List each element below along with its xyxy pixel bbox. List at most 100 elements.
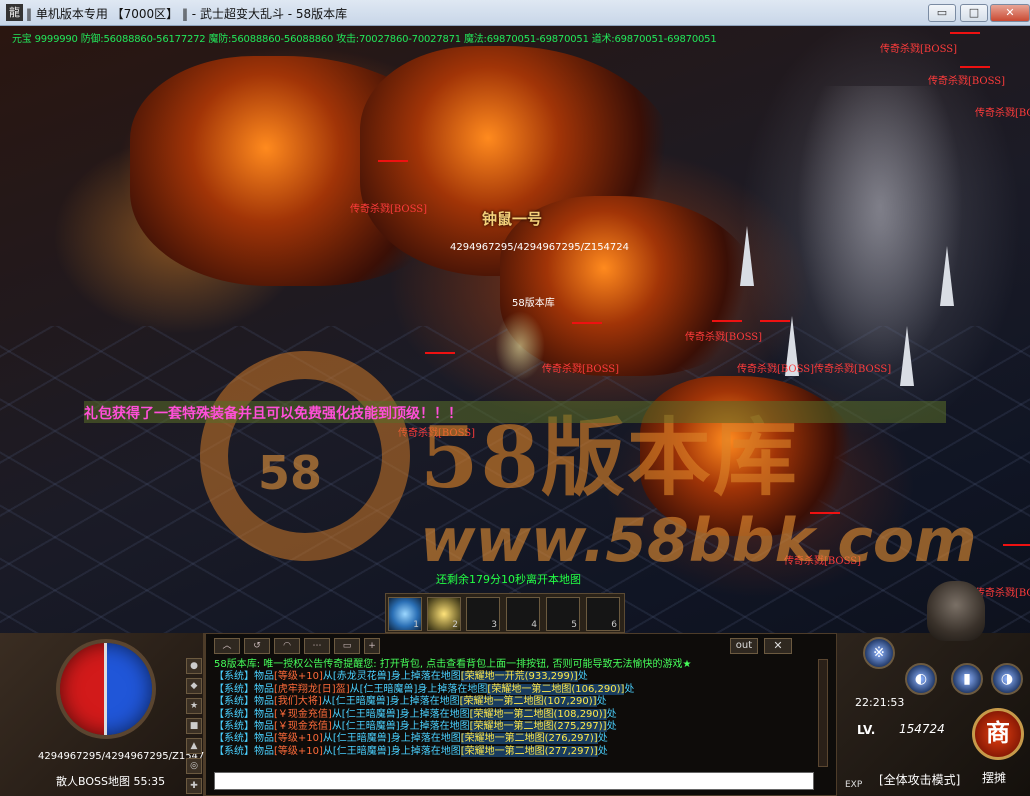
player-character[interactable] bbox=[495, 311, 545, 381]
chat-map-link[interactable]: [荣耀地一开荒(933,299)] bbox=[460, 671, 578, 683]
skill-slot-number: 3 bbox=[491, 620, 497, 630]
group-icon[interactable]: ※ bbox=[863, 637, 895, 669]
chat-text: 从[赤龙灵花兽]身上掉落在地图 bbox=[322, 671, 461, 683]
chat-line: 【系统】物品[￥现金充值]从[仁王暗魔兽]身上掉落在地图[荣耀地一第二地图(27… bbox=[214, 721, 814, 733]
chat-channel-button[interactable]: ◆ bbox=[186, 678, 202, 694]
skill-slot[interactable]: 2 bbox=[427, 597, 461, 631]
chat-add-button[interactable]: + bbox=[364, 638, 380, 654]
exp-label: EXP bbox=[845, 780, 863, 790]
banner-text: 礼包获得了一套特殊装备并且可以免费强化技能到顶级！！！ bbox=[84, 406, 462, 422]
boss-label[interactable]: 传奇杀戮[BOSS] bbox=[542, 360, 619, 375]
chat-toolbar-button[interactable]: ⋯ bbox=[304, 638, 330, 654]
chat-map-link[interactable]: [荣耀地一第二地图(277,297)] bbox=[460, 745, 598, 757]
chat-item[interactable]: [虎牢翔龙[日]盔] bbox=[274, 684, 350, 695]
boss-hp-bar bbox=[712, 320, 742, 322]
window-titlebar: 龍 ‖ 单机版本专用 【7000区】 ‖ - 武士超变大乱斗 - 58版本库 ▭… bbox=[0, 0, 1030, 26]
skill-slot[interactable]: 4 bbox=[506, 597, 540, 631]
chained-beast[interactable] bbox=[790, 86, 970, 386]
boss-label[interactable]: 传奇杀戮[BOSS]传奇杀戮[BOSS] bbox=[737, 360, 891, 375]
shop-button[interactable]: 商 bbox=[972, 708, 1024, 760]
skill-bar: 1 2 3 4 5 6 bbox=[385, 593, 625, 633]
chat-toolbar-button[interactable]: ︿ bbox=[214, 638, 240, 654]
boss-hp-bar bbox=[760, 320, 790, 322]
chat-channel-button[interactable]: ▲ bbox=[186, 738, 202, 754]
chat-text: 从[仁王暗魔兽]身上掉落在地图 bbox=[322, 745, 461, 757]
skill-slot[interactable]: 1 bbox=[388, 597, 422, 631]
chat-channel-button[interactable]: ✚ bbox=[186, 778, 202, 794]
chat-item[interactable]: [等级+10] bbox=[274, 746, 323, 757]
chat-text: 处 bbox=[606, 721, 617, 733]
boss-label[interactable]: 传奇杀戮[BOSS] bbox=[975, 584, 1030, 599]
boss-hp-bar bbox=[960, 66, 990, 68]
bone-spike bbox=[900, 326, 914, 386]
chat-line: 【系统】物品[等级+10]从[赤龙灵花兽]身上掉落在地图[荣耀地一开荒(933,… bbox=[214, 671, 814, 683]
bag-icon[interactable]: ◐ bbox=[905, 663, 937, 695]
game-viewport[interactable]: 元宝 9999990 防御:56088860-56177272 魔防:56088… bbox=[0, 26, 1030, 796]
chat-map-link[interactable]: [荣耀地一第二地图(275,297)] bbox=[469, 721, 607, 733]
chat-text: 处 bbox=[606, 708, 617, 720]
chat-text: 处 bbox=[597, 733, 608, 745]
chat-text: 从[仁王暗魔兽]身上掉落在地图 bbox=[331, 708, 470, 720]
skull-ornament bbox=[927, 581, 985, 641]
close-button[interactable]: ✕ bbox=[990, 4, 1030, 22]
player-title: 钟鼠一号 bbox=[482, 210, 543, 228]
boss-hp-bar bbox=[378, 160, 408, 162]
boss-label[interactable]: 传奇杀戮[BOSS] bbox=[928, 72, 1005, 87]
maximize-button[interactable]: □ bbox=[960, 4, 988, 22]
chat-text: 从[仁王暗魔兽]身上掉落在地图 bbox=[321, 696, 460, 708]
skill-slot[interactable]: 5 bbox=[546, 597, 580, 631]
chat-scrollbar[interactable] bbox=[818, 659, 828, 767]
attack-mode-toggle[interactable]: [全体攻击模式] bbox=[879, 771, 960, 788]
watermark-badge: 58 bbox=[258, 446, 323, 500]
chat-toolbar-button[interactable]: ↺ bbox=[244, 638, 270, 654]
chat-map-link[interactable]: [荣耀地一第二地图(106,290)] bbox=[487, 683, 625, 695]
chat-map-link[interactable]: [荣耀地一第二地图(107,290)] bbox=[459, 696, 597, 708]
chat-sys-tag: 【系统】物品 bbox=[214, 721, 274, 733]
chat-line: 【系统】物品[等级+10]从[仁王暗魔兽]身上掉落在地图[荣耀地一第二地图(27… bbox=[214, 745, 814, 758]
chat-text: 从[仁王暗魔兽]身上掉落在地图 bbox=[331, 721, 470, 733]
sound-icon[interactable]: ◑ bbox=[991, 663, 1023, 695]
chat-line: 【系统】物品[我们大将]从[仁王暗魔兽]身上掉落在地图[荣耀地一第二地图(107… bbox=[214, 696, 814, 708]
skill-slot[interactable]: 3 bbox=[466, 597, 500, 631]
skill-slot[interactable]: 6 bbox=[586, 597, 620, 631]
chat-channel-button[interactable]: ◎ bbox=[186, 758, 202, 774]
level-value: 154724 bbox=[899, 722, 945, 736]
system-banner: 礼包获得了一套特殊装备并且可以免费强化技能到顶级！！！ bbox=[84, 401, 946, 423]
boss-label[interactable]: 传奇杀戮[BOSS] bbox=[975, 104, 1030, 119]
map-countdown: 还剩余179分10秒离开本地图 bbox=[436, 573, 581, 586]
chat-line: 【系统】物品[等级+10]从[仁王暗魔兽]身上掉落在地图[荣耀地一第二地图(27… bbox=[214, 733, 814, 745]
chat-toolbar-button[interactable]: ▭ bbox=[334, 638, 360, 654]
skill-slot-number: 5 bbox=[571, 620, 577, 630]
boss-hp-bar bbox=[425, 352, 455, 354]
boss-label[interactable]: 传奇杀戮[BOSS] bbox=[880, 40, 957, 55]
chat-input[interactable] bbox=[214, 772, 814, 790]
chat-map-link[interactable]: [荣耀地一第二地图(276,297)] bbox=[460, 733, 598, 745]
chat-map-link[interactable]: [荣耀地一第二地图(108,290)] bbox=[469, 708, 607, 720]
window-title: ‖ 单机版本专用 【7000区】 ‖ - 武士超变大乱斗 - 58版本库 bbox=[26, 7, 348, 21]
chat-text: 处 bbox=[577, 671, 588, 683]
chat-sys-tag: 【系统】物品 bbox=[214, 683, 274, 695]
stall-button[interactable]: 摆摊 bbox=[982, 769, 1006, 786]
chat-channel-button[interactable]: ● bbox=[186, 658, 202, 674]
skill-slot-number: 6 bbox=[611, 620, 617, 630]
chat-side-buttons: ● ◆ ★ ■ ▲ ◎ ✚ bbox=[184, 654, 204, 794]
chat-toolbar-button[interactable]: ◠ bbox=[274, 638, 300, 654]
minimize-button[interactable]: ▭ bbox=[928, 4, 956, 22]
chat-line: 【系统】物品[￥现金充值]从[仁王暗魔兽]身上掉落在地图[荣耀地一第二地图(10… bbox=[214, 708, 814, 721]
chat-close-button[interactable]: ✕ bbox=[764, 638, 792, 654]
menu-icon[interactable]: ▮ bbox=[951, 663, 983, 695]
skill-slot-number: 2 bbox=[452, 620, 458, 630]
chat-item[interactable]: [等级+10] bbox=[274, 733, 323, 744]
chat-item[interactable]: [我们大将] bbox=[274, 696, 322, 707]
chat-item[interactable]: [等级+10] bbox=[274, 671, 323, 682]
game-clock: 22:21:53 bbox=[855, 696, 905, 709]
chat-channel-button[interactable]: ★ bbox=[186, 698, 202, 714]
chat-channel-button[interactable]: ■ bbox=[186, 718, 202, 734]
boss-label[interactable]: 传奇杀戮[BOSS] bbox=[685, 328, 762, 343]
status-panel: ※ ◐ ▮ ◑ 22:21:53 LV. 154724 商 [全体攻击模式] 摆… bbox=[837, 581, 1030, 796]
chat-out-button[interactable]: out bbox=[730, 638, 758, 654]
chat-item[interactable]: [￥现金充值] bbox=[274, 721, 332, 732]
chat-item[interactable]: [￥现金充值] bbox=[274, 709, 332, 720]
player-name: 58版本库 bbox=[512, 298, 555, 309]
boss-label[interactable]: 传奇杀戮[BOSS] bbox=[350, 200, 427, 215]
